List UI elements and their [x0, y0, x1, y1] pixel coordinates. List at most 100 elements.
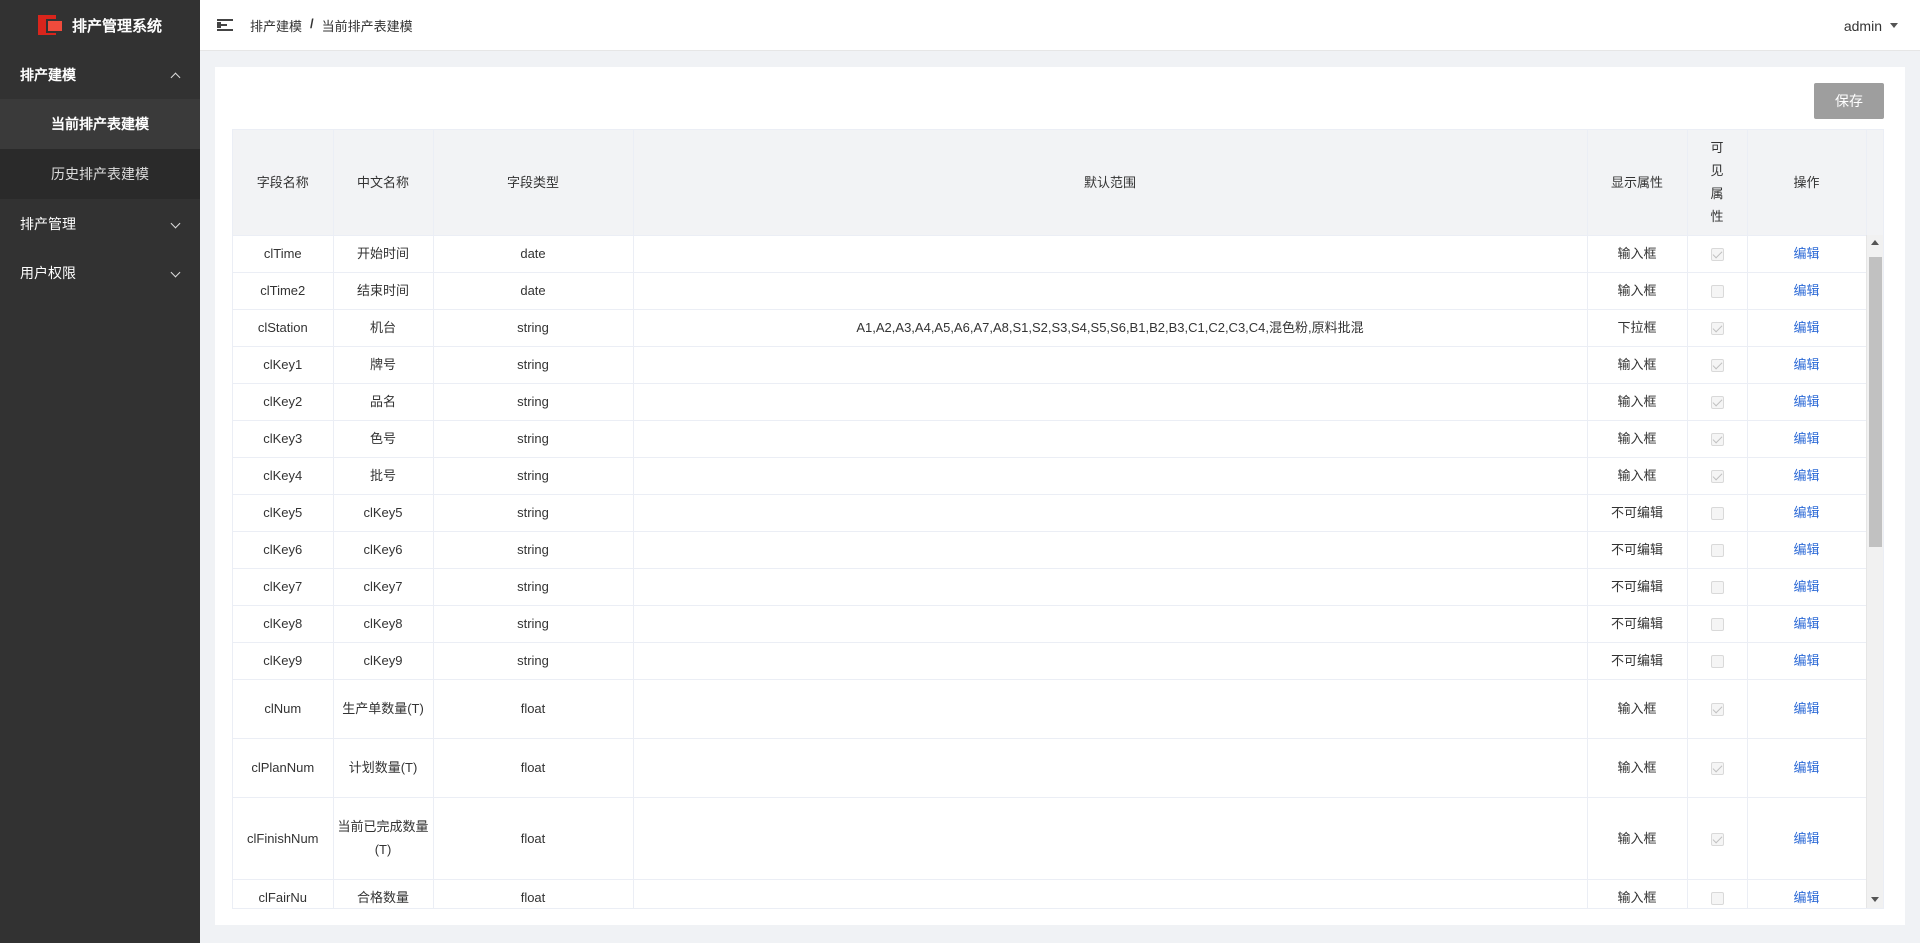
cell-display-attr: 输入框: [1587, 235, 1688, 273]
table-row: clFinishNum 当前已完成数量(T) float 输入框 编辑: [233, 797, 1867, 880]
cell-field-type: float: [433, 738, 634, 798]
visible-checkbox[interactable]: [1710, 581, 1724, 595]
edit-link[interactable]: 编辑: [1793, 394, 1819, 409]
cell-chinese-name: clKey5: [333, 494, 434, 532]
edit-link[interactable]: 编辑: [1793, 701, 1819, 716]
edit-link[interactable]: 编辑: [1793, 616, 1819, 631]
app-title: 排产管理系统: [71, 17, 162, 35]
column-header: 字段名称: [233, 130, 334, 236]
visible-checkbox[interactable]: [1710, 703, 1724, 717]
cell-field-name: clKey8: [233, 605, 334, 643]
edit-link[interactable]: 编辑: [1793, 320, 1819, 335]
cell-field-type: string: [433, 531, 634, 569]
edit-link[interactable]: 编辑: [1793, 468, 1819, 483]
edit-link[interactable]: 编辑: [1793, 653, 1819, 668]
visible-checkbox[interactable]: [1710, 322, 1724, 336]
save-button[interactable]: 保存: [1814, 83, 1884, 119]
cell-chinese-name: 结束时间: [333, 272, 434, 310]
menu-title-label: 排产管理: [20, 215, 76, 232]
cell-display-attr: 输入框: [1587, 738, 1688, 798]
table-row: clStation 机台 string A1,A2,A3,A4,A5,A6,A7,A8…: [233, 309, 1867, 347]
edit-link[interactable]: 编辑: [1793, 579, 1819, 594]
cell-action: 编辑: [1747, 679, 1867, 739]
vertical-scrollbar[interactable]: [1866, 235, 1883, 908]
user-menu[interactable]: admin: [1844, 0, 1898, 51]
visible-checkbox[interactable]: [1710, 507, 1724, 521]
collapse-menu-icon[interactable]: [217, 18, 233, 32]
menu-group-permissions: 用户权限: [0, 248, 200, 297]
table-row: clTime 开始时间 date 输入框 编辑: [233, 235, 1867, 273]
cell-field-type: string: [433, 568, 634, 606]
cell-default-range: A1,A2,A3,A4,A5,A6,A7,A8,S1,S2,S3,S4,S5,S…: [633, 309, 1588, 347]
cell-display-attr: 输入框: [1587, 797, 1688, 880]
cell-default-range: [633, 879, 1588, 908]
cell-visible-attr: [1687, 235, 1748, 273]
cell-visible-attr: [1687, 679, 1748, 739]
visible-checkbox[interactable]: [1710, 470, 1724, 484]
visible-checkbox[interactable]: [1710, 655, 1724, 669]
cell-visible-attr: [1687, 272, 1748, 310]
cell-chinese-name: 生产单数量(T): [333, 679, 434, 739]
cell-chinese-name: clKey9: [333, 642, 434, 680]
visible-checkbox[interactable]: [1710, 285, 1724, 299]
table-row: clKey1 牌号 string 输入框 编辑: [233, 346, 1867, 384]
cell-action: 编辑: [1747, 420, 1867, 458]
menu-title-permissions[interactable]: 用户权限: [0, 248, 200, 297]
menu-title-management[interactable]: 排产管理: [0, 199, 200, 248]
visible-checkbox[interactable]: [1710, 396, 1724, 410]
cell-display-attr: 下拉框: [1587, 309, 1688, 347]
cell-visible-attr: [1687, 420, 1748, 458]
cell-visible-attr: [1687, 494, 1748, 532]
cell-field-type: string: [433, 420, 634, 458]
edit-link[interactable]: 编辑: [1793, 760, 1819, 775]
scrollbar-thumb[interactable]: [1869, 257, 1882, 547]
cell-action: 编辑: [1747, 272, 1867, 310]
visible-checkbox[interactable]: [1710, 248, 1724, 262]
cell-field-name: clKey7: [233, 568, 334, 606]
visible-checkbox[interactable]: [1710, 618, 1724, 632]
cell-action: 编辑: [1747, 738, 1867, 798]
cell-default-range: [633, 642, 1588, 680]
edit-link[interactable]: 编辑: [1793, 431, 1819, 446]
edit-link[interactable]: 编辑: [1793, 890, 1819, 905]
column-header: 操作: [1747, 130, 1867, 236]
table-row: clKey4 批号 string 输入框 编辑: [233, 457, 1867, 495]
cell-default-range: [633, 605, 1588, 643]
edit-link[interactable]: 编辑: [1793, 505, 1819, 520]
scroll-down-arrow-icon[interactable]: [1871, 897, 1879, 902]
visible-checkbox[interactable]: [1710, 762, 1724, 776]
sidebar-item-current-model[interactable]: 当前排产表建模: [0, 99, 200, 149]
edit-link[interactable]: 编辑: [1793, 246, 1819, 261]
cell-field-type: string: [433, 383, 634, 421]
cell-display-attr: 不可编辑: [1587, 494, 1688, 532]
column-header: 默认范围: [633, 130, 1588, 236]
sidebar-item-history-model[interactable]: 历史排产表建模: [0, 149, 200, 199]
visible-checkbox[interactable]: [1710, 544, 1724, 558]
cell-default-range: [633, 457, 1588, 495]
column-header: 中文名称: [333, 130, 434, 236]
table-row: clKey5 clKey5 string 不可编辑 编辑: [233, 494, 1867, 532]
cell-visible-attr: [1687, 879, 1748, 908]
field-table: 字段名称 中文名称 字段类型 默认范围 显示属性 可见属性 操作 clTime 开…: [233, 130, 1867, 908]
breadcrumb-item[interactable]: 排产建模: [250, 16, 302, 35]
visible-checkbox[interactable]: [1710, 891, 1724, 905]
menu-title-modeling[interactable]: 排产建模: [0, 50, 200, 99]
cell-action: 编辑: [1747, 642, 1867, 680]
table-row: clKey9 clKey9 string 不可编辑 编辑: [233, 642, 1867, 680]
cell-field-type: string: [433, 346, 634, 384]
column-header: 字段类型: [433, 130, 634, 236]
edit-link[interactable]: 编辑: [1793, 542, 1819, 557]
edit-link[interactable]: 编辑: [1793, 357, 1819, 372]
edit-link[interactable]: 编辑: [1793, 283, 1819, 298]
cell-visible-attr: [1687, 605, 1748, 643]
visible-checkbox[interactable]: [1710, 832, 1724, 846]
scroll-up-arrow-icon[interactable]: [1871, 240, 1879, 245]
table-row: clTime2 结束时间 date 输入框 编辑: [233, 272, 1867, 310]
visible-checkbox[interactable]: [1710, 359, 1724, 373]
edit-link[interactable]: 编辑: [1793, 831, 1819, 846]
visible-checkbox[interactable]: [1710, 433, 1724, 447]
cell-action: 编辑: [1747, 383, 1867, 421]
table-row: clKey3 色号 string 输入框 编辑: [233, 420, 1867, 458]
cell-field-type: string: [433, 457, 634, 495]
cell-field-type: string: [433, 605, 634, 643]
